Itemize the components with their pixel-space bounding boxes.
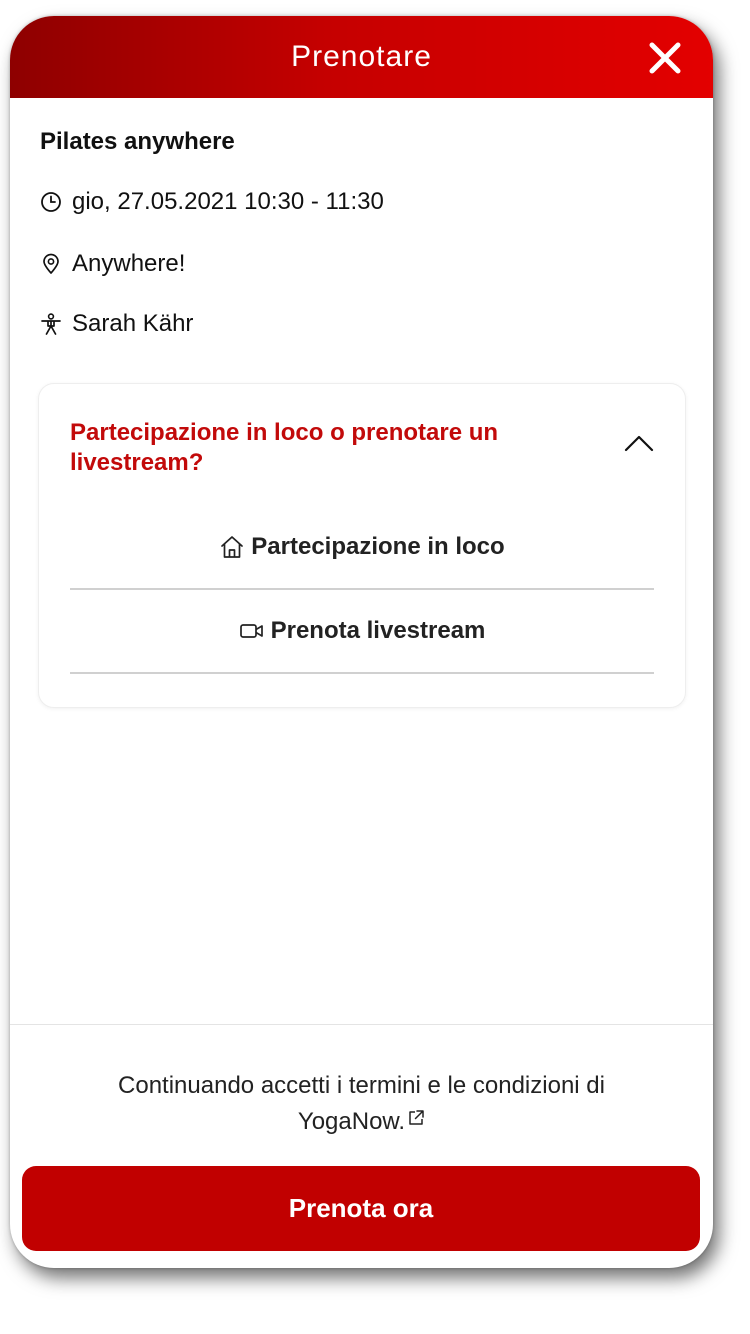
option-on-site[interactable]: Partecipazione in loco — [70, 506, 654, 590]
terms-link[interactable]: YogaNow. — [298, 1108, 425, 1135]
class-datetime-row: gio, 27.05.2021 10:30 - 11:30 — [40, 188, 384, 216]
clock-icon — [41, 192, 61, 212]
class-location-row: Anywhere! — [40, 250, 185, 278]
option-livestream-label: Prenota livestream — [270, 617, 486, 644]
chevron-up-icon[interactable] — [623, 434, 655, 452]
home-icon — [221, 536, 244, 558]
class-teacher-row: Sarah Kähr — [40, 310, 193, 338]
footer-divider — [10, 1024, 713, 1025]
class-title: Pilates anywhere — [40, 128, 235, 155]
class-location: Anywhere! — [72, 250, 186, 277]
book-now-button[interactable]: Prenota ora — [22, 1166, 700, 1251]
booking-modal: Prenotare Pilates anywhere gio, 27.05.20… — [10, 16, 713, 1268]
modal-title: Prenotare — [291, 40, 432, 73]
modal-header: Prenotare — [10, 16, 713, 98]
terms-text: Continuando accetti i termini e le condi… — [118, 1072, 605, 1099]
close-icon — [649, 42, 681, 74]
external-link-icon — [409, 1110, 424, 1125]
close-button[interactable] — [647, 40, 683, 76]
video-camera-icon — [239, 624, 263, 638]
participation-options-card: Partecipazione in loco o prenotare un li… — [38, 383, 686, 708]
option-livestream[interactable]: Prenota livestream — [70, 590, 654, 674]
terms-notice: Continuando accetti i termini e le condi… — [50, 1068, 673, 1140]
option-on-site-label: Partecipazione in loco — [251, 533, 505, 560]
terms-link-label: YogaNow. — [297, 1108, 406, 1135]
participation-question[interactable]: Partecipazione in loco o prenotare un li… — [70, 418, 560, 478]
screen: Prenotare Pilates anywhere gio, 27.05.20… — [0, 0, 750, 1334]
class-datetime: gio, 27.05.2021 10:30 - 11:30 — [72, 188, 384, 215]
class-teacher: Sarah Kähr — [72, 310, 194, 337]
person-icon — [41, 313, 61, 335]
location-pin-icon — [43, 253, 59, 274]
